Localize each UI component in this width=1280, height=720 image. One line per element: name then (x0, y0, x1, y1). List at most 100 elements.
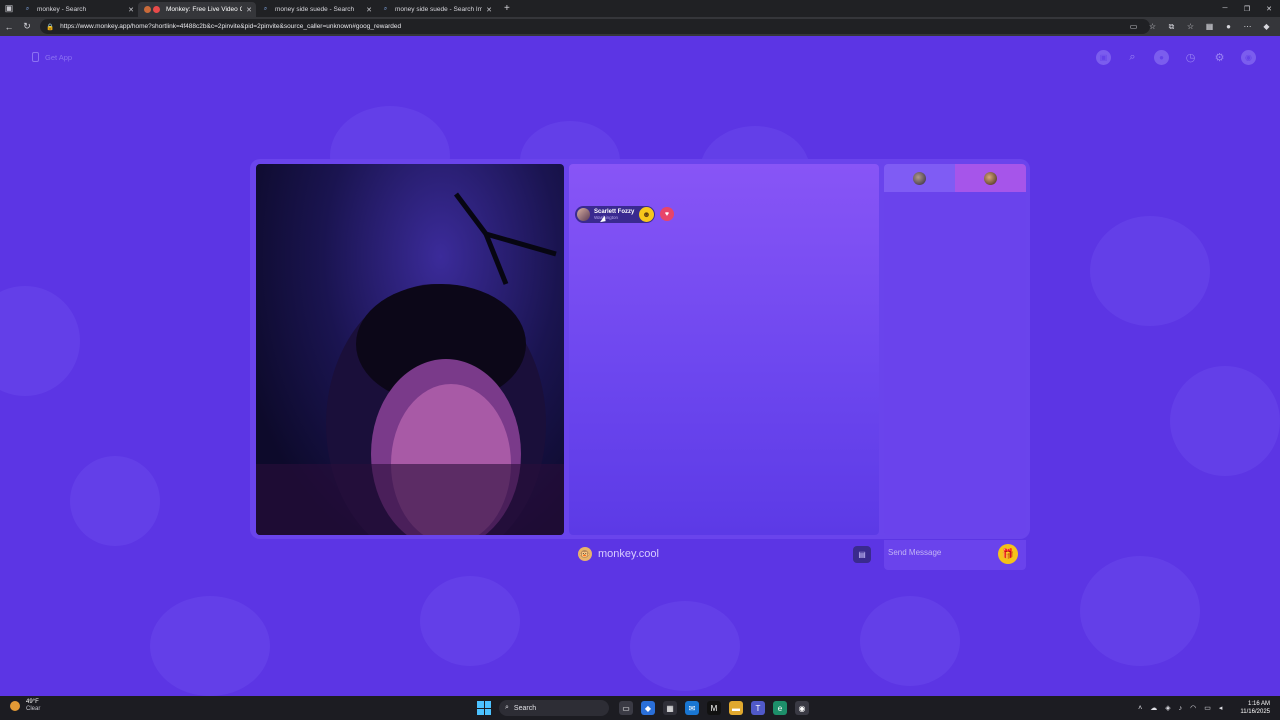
collections-icon[interactable]: ▦ (1200, 22, 1219, 31)
toolbar-icons: ▭ ☆ ⧉ ☆ ▦ ● ⋯ ◆ (1124, 19, 1276, 34)
tab-money-side-suede-images[interactable]: ⌕ money side suede - Search Imag ✕ (376, 2, 496, 17)
monkey-favicon-icon (144, 6, 151, 13)
weather-widget[interactable]: 49°F Clear (10, 699, 40, 712)
top-nav-icons: ▣ ⌕ ● ◷ ⚙ ◉ (1082, 50, 1256, 65)
partner-avatar-tab[interactable] (955, 164, 1026, 192)
gift-badge-button[interactable]: ♥ (660, 207, 674, 221)
network-icon[interactable]: ◈ (1165, 704, 1170, 712)
clock-date: 11/16/2025 (1240, 709, 1270, 715)
emoji-reaction-button[interactable]: ☻ (639, 207, 654, 222)
outlook-app-icon[interactable]: ✉ (685, 701, 699, 715)
background-blob (150, 596, 270, 696)
background-blob (70, 456, 160, 546)
lock-icon[interactable]: 🔒 (46, 23, 54, 31)
get-app-button[interactable]: Get App (32, 52, 72, 62)
m-app-icon[interactable]: M (707, 701, 721, 715)
chat-participants-header (884, 164, 1026, 192)
tab-title: money side suede - Search Imag (395, 6, 483, 13)
windows-taskbar: 49°F Clear ⌕ Search ▭ ◆ ▦ ✉ M ▬ T e ◉ ˄ … (0, 696, 1280, 720)
weather-text: 49°F Clear (26, 699, 40, 712)
chevron-up-icon[interactable]: ˄ (1138, 705, 1142, 712)
search-icon[interactable]: ⌕ (1125, 50, 1140, 65)
phone-icon (32, 52, 39, 62)
calendar-app-icon[interactable]: ▦ (663, 701, 677, 715)
teams-app-icon[interactable]: T (751, 701, 765, 715)
wifi-icon[interactable]: ◠ (1190, 704, 1196, 712)
get-app-label: Get App (45, 52, 73, 62)
background-blob (420, 576, 520, 666)
tab-title: monkey - Search (37, 6, 87, 13)
tab-money-side-suede-search[interactable]: ⌕ money side suede - Search ✕ (256, 2, 376, 17)
taskbar-search[interactable]: ⌕ Search (499, 700, 609, 716)
more-menu-icon[interactable]: ⋯ (1238, 22, 1257, 31)
self-avatar-tab[interactable] (884, 164, 955, 192)
url-text: https://www.monkey.app/home?shortlink=4f… (60, 23, 402, 30)
background-blob (630, 601, 740, 691)
search-favicon-icon: ⌕ (383, 6, 388, 12)
taskbar-search-label: Search (513, 704, 537, 712)
background-blob (1170, 366, 1280, 476)
cloud-icon[interactable]: ☁ (1150, 704, 1157, 712)
send-message-input[interactable] (888, 544, 998, 560)
gift-button[interactable]: 🎁 (998, 544, 1018, 564)
partner-info: Scarlett Fozzy Washington (594, 209, 634, 221)
copilot-app-icon[interactable]: ◆ (641, 701, 655, 715)
favorite-star-icon[interactable]: ☆ (1143, 22, 1162, 31)
background-blob (0, 286, 80, 396)
background-blob (1080, 556, 1200, 666)
volume-icon[interactable]: ◂ (1219, 704, 1223, 712)
partner-name: Scarlett Fozzy (594, 208, 635, 215)
favorites-icon[interactable]: ☆ (1181, 22, 1200, 31)
close-tab-icon[interactable]: ✕ (246, 6, 252, 14)
chat-panel (884, 164, 1026, 535)
tab-title: Monkey: Free Live Video Ch (166, 6, 243, 13)
weather-icon (10, 700, 20, 711)
maximize-icon[interactable]: ❐ (1236, 0, 1258, 17)
task-view-icon[interactable]: ▭ (619, 701, 633, 715)
mic-icon[interactable]: ♪ (1179, 705, 1183, 712)
camera-switch-button[interactable]: ▤ (853, 546, 871, 563)
minimize-icon[interactable]: ─ (1214, 0, 1236, 17)
url-field[interactable]: 🔒 https://www.monkey.app/home?shortlink=… (40, 19, 1150, 34)
file-explorer-icon[interactable]: ▬ (729, 701, 743, 715)
coin-icon[interactable]: ● (1154, 50, 1169, 65)
close-window-icon[interactable]: ✕ (1258, 0, 1280, 17)
copilot-icon[interactable]: ◆ (1257, 22, 1276, 31)
windows-start-icon[interactable] (477, 701, 491, 715)
search-favicon-icon: ⌕ (25, 6, 30, 12)
close-tab-icon[interactable]: ✕ (486, 6, 492, 14)
reader-icon[interactable]: ▭ (1124, 22, 1143, 31)
close-tab-icon[interactable]: ✕ (366, 6, 372, 14)
taskbar-apps: ⌕ Search ▭ ◆ ▦ ✉ M ▬ T e ◉ (477, 699, 813, 717)
system-clock[interactable]: 1:16 AM 11/16/2025 (1232, 701, 1270, 715)
new-tab-icon[interactable]: + (504, 3, 510, 14)
tab-monkey-app[interactable]: Monkey: Free Live Video Ch ✕ (138, 2, 256, 17)
chrome-browser-icon[interactable]: ◉ (795, 701, 809, 715)
search-favicon-icon: ⌕ (263, 6, 268, 12)
tab-actions-icon[interactable]: ▣ (0, 0, 18, 17)
background-blob (1090, 216, 1210, 326)
browser-tab-bar: ▣ ⌕ monkey - Search ✕ Monkey: Free Live … (0, 0, 1280, 17)
back-icon[interactable]: ← (0, 17, 18, 36)
brand-text: monkey.cool (598, 548, 659, 560)
battery-icon[interactable]: ▭ (1204, 704, 1211, 712)
edge-browser-icon[interactable]: e (773, 701, 787, 715)
close-tab-icon[interactable]: ✕ (128, 6, 134, 14)
store-icon[interactable]: ▣ (1096, 50, 1111, 65)
weather-temp: 49°F (26, 699, 39, 705)
partner-location: Washington (594, 214, 619, 220)
weather-condition: Clear (26, 706, 41, 712)
avatar (913, 171, 926, 185)
profile-icon[interactable]: ◉ (1241, 50, 1256, 65)
tab-monkey-search[interactable]: ⌕ monkey - Search ✕ (18, 2, 138, 17)
monkey-logo-icon: 🐵 (578, 547, 592, 561)
settings-icon[interactable]: ⚙ (1212, 50, 1227, 65)
tab-title: money side suede - Search (275, 6, 355, 13)
profile-icon[interactable]: ● (1219, 22, 1238, 31)
clock-time: 1:16 AM (1247, 701, 1270, 707)
self-video-frame (256, 192, 564, 535)
history-icon[interactable]: ◷ (1183, 50, 1198, 65)
refresh-icon[interactable]: ↻ (18, 17, 36, 36)
search-icon: ⌕ (505, 704, 509, 711)
extensions-icon[interactable]: ⧉ (1162, 22, 1181, 32)
